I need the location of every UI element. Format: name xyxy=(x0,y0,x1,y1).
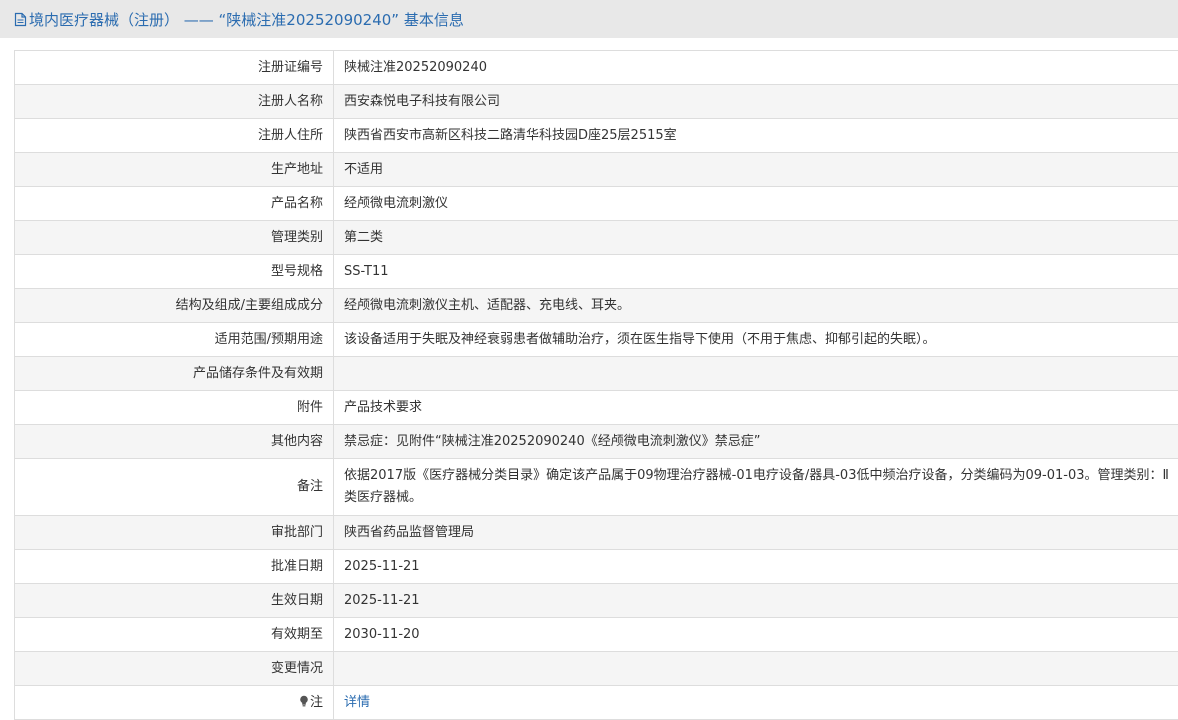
detail-table: 注册证编号 陕械注准20252090240 注册人名称 西安森悦电子科技有限公司… xyxy=(14,50,1178,720)
lightbulb-icon xyxy=(299,693,309,706)
table-row: 注册人名称 西安森悦电子科技有限公司 xyxy=(14,84,1178,119)
note-value-cell: 详情 xyxy=(333,685,1178,720)
table-row: 管理类别 第二类 xyxy=(14,220,1178,255)
table-row: 审批部门 陕西省药品监督管理局 xyxy=(14,515,1178,550)
row-label: 生产地址 xyxy=(14,152,334,187)
row-label: 其他内容 xyxy=(14,424,334,459)
row-value: 不适用 xyxy=(333,152,1178,187)
table-row: 备注 依据2017版《医疗器械分类目录》确定该产品属于09物理治疗器械-01电疗… xyxy=(14,458,1178,516)
table-row: 注册人住所 陕西省西安市高新区科技二路清华科技园D座25层2515室 xyxy=(14,118,1178,153)
row-label: 备注 xyxy=(14,458,334,516)
row-label: 注册人名称 xyxy=(14,84,334,119)
row-label: 有效期至 xyxy=(14,617,334,652)
detail-table-container: 注册证编号 陕械注准20252090240 注册人名称 西安森悦电子科技有限公司… xyxy=(14,50,1178,720)
document-icon xyxy=(14,12,27,27)
row-label: 管理类别 xyxy=(14,220,334,255)
row-label: 生效日期 xyxy=(14,583,334,618)
page-title: 境内医疗器械（注册） —— “陕械注准20252090240” 基本信息 xyxy=(29,10,464,29)
table-row: 有效期至 2030-11-20 xyxy=(14,617,1178,652)
table-row: 型号规格 SS-T11 xyxy=(14,254,1178,289)
table-row: 其他内容 禁忌症：见附件“陕械注准20252090240《经颅微电流刺激仪》禁忌… xyxy=(14,424,1178,459)
row-value: 2025-11-21 xyxy=(333,549,1178,584)
row-label: 产品储存条件及有效期 xyxy=(14,356,334,391)
row-value xyxy=(333,651,1178,686)
table-row: 附件 产品技术要求 xyxy=(14,390,1178,425)
row-value: SS-T11 xyxy=(333,254,1178,289)
note-label-cell: 注 xyxy=(14,685,334,720)
table-row: 生产地址 不适用 xyxy=(14,152,1178,187)
row-label: 适用范围/预期用途 xyxy=(14,322,334,357)
table-row: 注册证编号 陕械注准20252090240 xyxy=(14,50,1178,85)
row-label: 产品名称 xyxy=(14,186,334,221)
row-value: 禁忌症：见附件“陕械注准20252090240《经颅微电流刺激仪》禁忌症” xyxy=(333,424,1178,459)
table-row: 产品储存条件及有效期 xyxy=(14,356,1178,391)
row-label: 型号规格 xyxy=(14,254,334,289)
note-label: 注 xyxy=(309,694,323,710)
row-value: 产品技术要求 xyxy=(333,390,1178,425)
row-value: 经颅微电流刺激仪主机、适配器、充电线、耳夹。 xyxy=(333,288,1178,323)
row-label: 结构及组成/主要组成成分 xyxy=(14,288,334,323)
details-link[interactable]: 详情 xyxy=(344,695,370,710)
row-label: 附件 xyxy=(14,390,334,425)
row-label: 注册证编号 xyxy=(14,50,334,85)
table-row: 适用范围/预期用途 该设备适用于失眠及神经衰弱患者做辅助治疗，须在医生指导下使用… xyxy=(14,322,1178,357)
row-value: 陕西省药品监督管理局 xyxy=(333,515,1178,550)
row-label: 批准日期 xyxy=(14,549,334,584)
row-value: 陕西省西安市高新区科技二路清华科技园D座25层2515室 xyxy=(333,118,1178,153)
table-row: 注 详情 xyxy=(14,685,1178,720)
row-value: 2025-11-21 xyxy=(333,583,1178,618)
table-row: 批准日期 2025-11-21 xyxy=(14,549,1178,584)
row-value: 西安森悦电子科技有限公司 xyxy=(333,84,1178,119)
row-value xyxy=(333,356,1178,391)
row-label: 审批部门 xyxy=(14,515,334,550)
row-value: 经颅微电流刺激仪 xyxy=(333,186,1178,221)
page-header: 境内医疗器械（注册） —— “陕械注准20252090240” 基本信息 xyxy=(0,0,1178,38)
row-label: 变更情况 xyxy=(14,651,334,686)
row-value: 该设备适用于失眠及神经衰弱患者做辅助治疗，须在医生指导下使用（不用于焦虑、抑郁引… xyxy=(333,322,1178,357)
table-row: 产品名称 经颅微电流刺激仪 xyxy=(14,186,1178,221)
row-value: 依据2017版《医疗器械分类目录》确定该产品属于09物理治疗器械-01电疗设备/… xyxy=(333,458,1178,516)
row-value: 2030-11-20 xyxy=(333,617,1178,652)
row-value: 陕械注准20252090240 xyxy=(333,50,1178,85)
table-row: 结构及组成/主要组成成分 经颅微电流刺激仪主机、适配器、充电线、耳夹。 xyxy=(14,288,1178,323)
table-row: 生效日期 2025-11-21 xyxy=(14,583,1178,618)
row-label: 注册人住所 xyxy=(14,118,334,153)
table-row: 变更情况 xyxy=(14,651,1178,686)
row-value: 第二类 xyxy=(333,220,1178,255)
